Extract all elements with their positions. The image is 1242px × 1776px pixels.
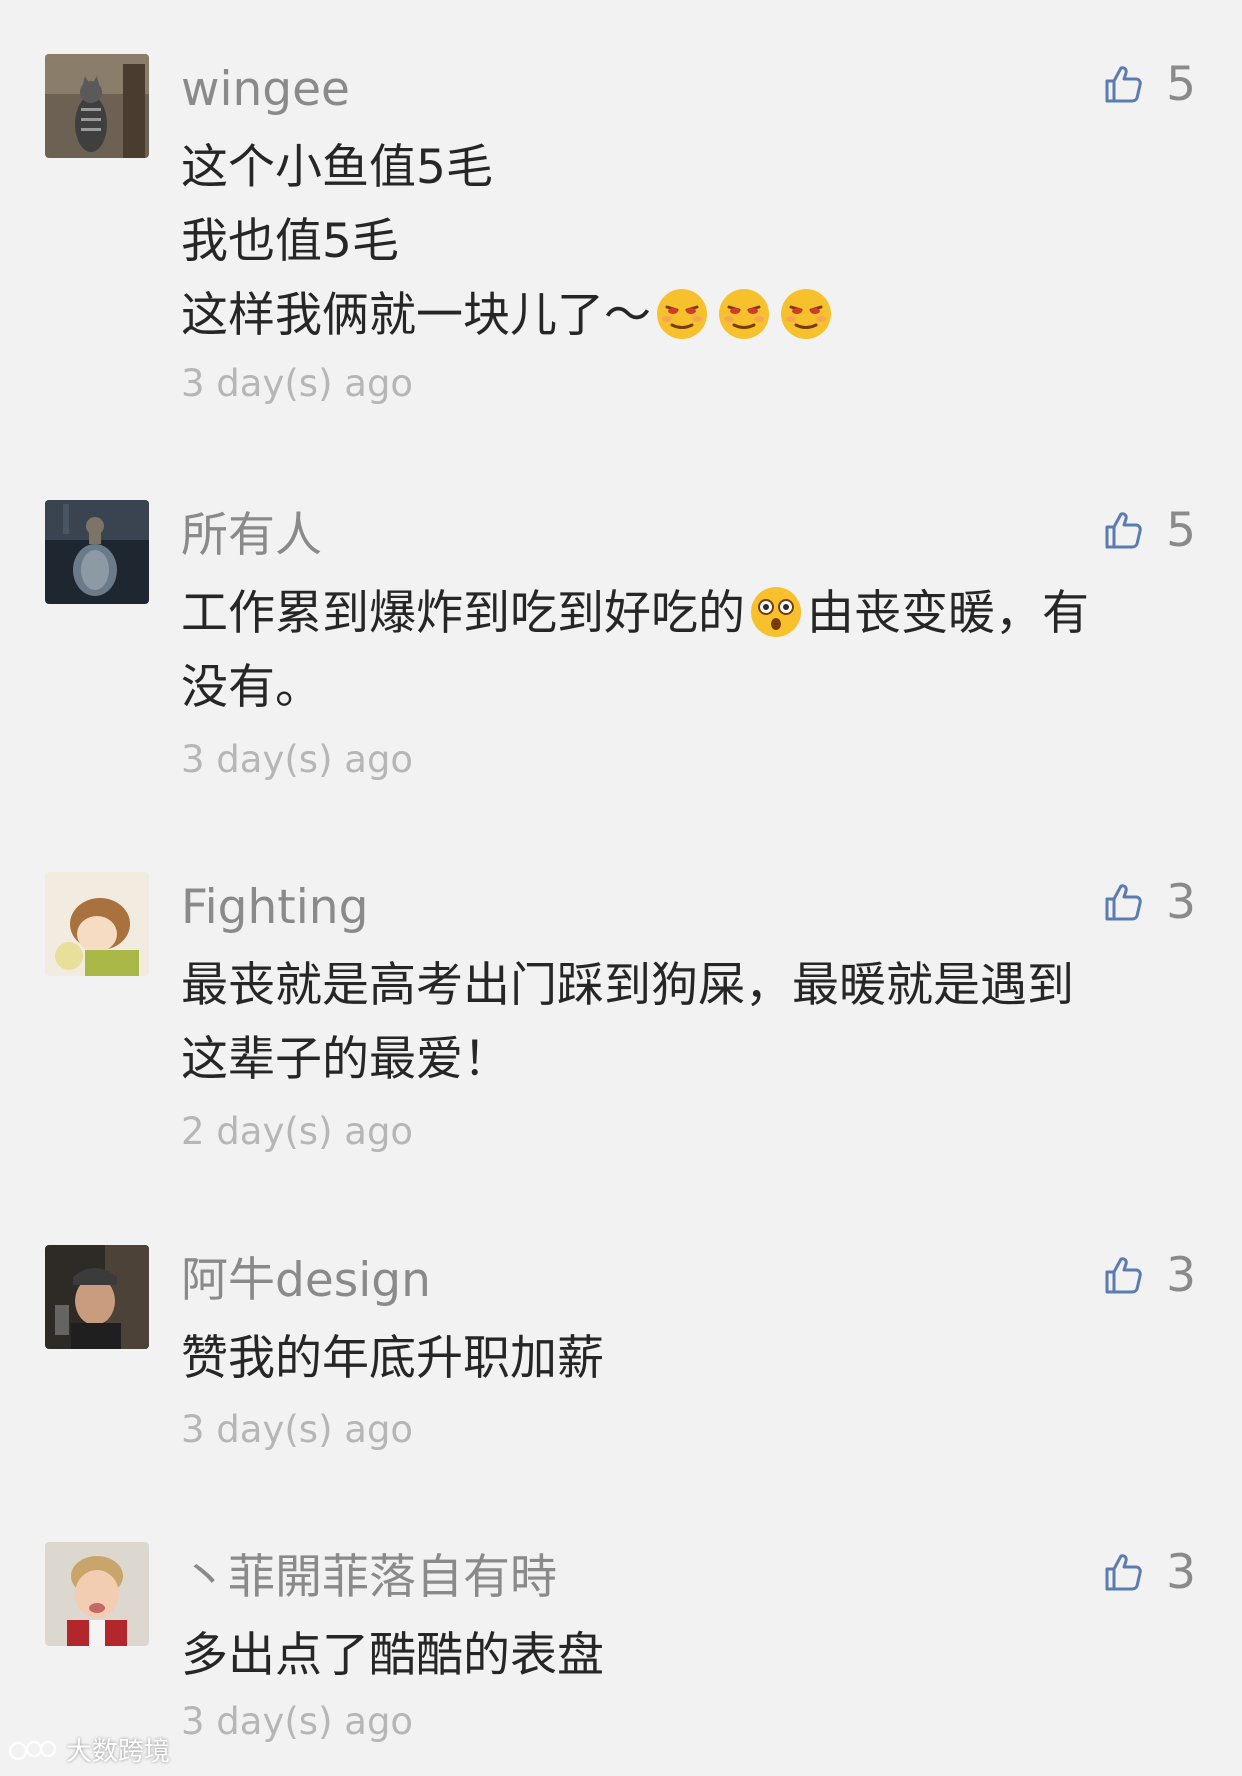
comment-line: 这辈子的最爱！ [181,1032,510,1087]
username[interactable]: 所有人 [181,506,322,566]
comment-line: 我也值5毛 [181,214,399,269]
comment-timestamp: 3 day(s) ago [181,738,414,781]
watermark: 大数跨境 [8,1731,170,1768]
comment-line-text: 这样我俩就一块儿了～ [181,288,651,343]
comment-timestamp: 2 day(s) ago [181,1110,414,1153]
thumbs-up-icon [1105,1554,1142,1591]
comment-text: 多出点了酷酷的表盘 [181,1619,1191,1693]
avatar-man-with-cap-image [45,1245,149,1349]
thumbs-up-icon [1105,66,1142,103]
comment-text: 赞我的年底升职加薪 [181,1322,1191,1396]
avatar-cat-reflection-image [45,500,149,604]
avatar[interactable] [45,54,149,158]
smirk-emoji-icon [719,289,769,339]
like-count: 5 [1166,56,1196,112]
like-count: 3 [1166,1247,1196,1303]
watermark-text: 大数跨境 [66,1737,171,1767]
like-button[interactable]: 5 [1102,500,1196,560]
smirk-emoji-icon [781,289,831,339]
comment-timestamp: 3 day(s) ago [181,362,414,405]
comment-line: 没有。 [181,660,322,715]
comment-line-text: 工作累到爆炸到吃到好吃的 [181,586,745,641]
avatar-cat-image [45,54,149,158]
like-button[interactable]: 3 [1102,1542,1196,1602]
like-button[interactable]: 3 [1102,872,1196,932]
thumbs-up-icon [1105,1257,1142,1294]
watermark-logo-icon [8,1740,57,1760]
comment-line-text: 由丧变暖，有 [807,586,1089,641]
thumbs-up-icon [1105,884,1142,921]
avatar[interactable] [45,872,149,976]
username[interactable]: Fighting [181,878,368,938]
avatar[interactable] [45,1245,149,1349]
like-count: 5 [1166,502,1196,558]
comment-line: 赞我的年底升职加薪 [181,1331,604,1386]
like-count: 3 [1166,874,1196,930]
like-button[interactable]: 3 [1102,1245,1196,1305]
thumbs-up-icon [1105,512,1142,549]
comment-line: 这个小鱼值5毛 [181,140,493,195]
avatar[interactable] [45,1542,149,1646]
comment-text: 工作累到爆炸到吃到好吃的 由丧变暖，有 没有。 [181,577,1191,725]
username[interactable]: 阿牛design [181,1251,431,1311]
comment-line: 最丧就是高考出门踩到狗屎，最暖就是遇到 [181,958,1074,1013]
avatar-boy-image [45,1542,149,1646]
comment-text: 这个小鱼值5毛 我也值5毛 这样我俩就一块儿了～ [181,131,1191,353]
comment-line: 这样我俩就一块儿了～ [181,279,1191,353]
comment-timestamp: 3 day(s) ago [181,1408,414,1451]
avatar-anime-boy-image [45,872,149,976]
like-button[interactable]: 5 [1102,54,1196,114]
username[interactable]: wingee [181,60,350,120]
comment-list: wingee 5 这个小鱼值5毛 我也值5毛 这样我俩就一块儿了～ 3 day(… [0,0,1242,1776]
shocked-emoji-icon [751,587,801,637]
like-count: 3 [1166,1544,1196,1600]
smirk-emoji-icon [657,289,707,339]
comment-line: 多出点了酷酷的表盘 [181,1628,604,1683]
username[interactable]: 丶菲開菲落自有時 [181,1548,557,1608]
comment-text: 最丧就是高考出门踩到狗屎，最暖就是遇到 这辈子的最爱！ [181,949,1191,1097]
comment-timestamp: 3 day(s) ago [181,1700,414,1743]
comment-line: 工作累到爆炸到吃到好吃的 由丧变暖，有 [181,577,1191,651]
avatar[interactable] [45,500,149,604]
